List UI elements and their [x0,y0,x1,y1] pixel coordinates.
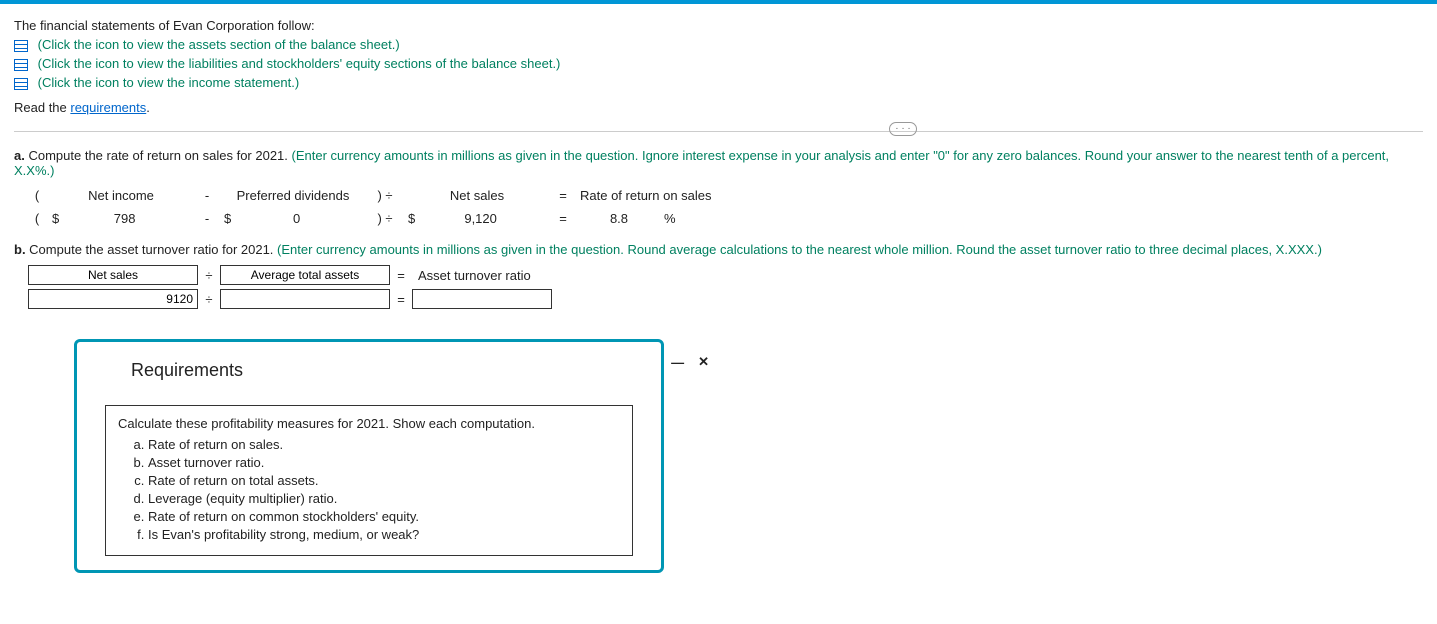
table-icon[interactable] [14,78,28,90]
list-item: Rate of return on total assets. [148,473,620,488]
requirements-modal: — ✕ Requirements Calculate these profita… [74,339,664,573]
modal-intro: Calculate these profitability measures f… [118,416,620,431]
part-b-formula-values: ÷ = [28,289,1423,309]
link-income-text[interactable]: (Click the icon to view the income state… [38,75,300,90]
separator [14,131,1423,132]
list-item: Asset turnover ratio. [148,455,620,470]
op-equals: = [552,211,574,226]
op-minus: - [196,211,218,226]
link-liabilities-text[interactable]: (Click the icon to view the liabilities … [38,56,561,71]
label-preferred-dividends: Preferred dividends [218,186,368,205]
value-net-income: 798 [114,211,136,226]
dollar-sign: $ [52,211,59,226]
op-div: ÷ [198,292,220,307]
value-net-sales: 9,120 [464,211,497,226]
list-item: Leverage (equity multiplier) ratio. [148,491,620,506]
list-item: Rate of return on common stockholders' e… [148,509,620,524]
op-paren-div: ) ÷ [368,211,402,226]
period: . [146,100,150,115]
part-a-question: a. Compute the rate of return on sales f… [14,148,1423,178]
label-net-sales: Net sales [402,186,552,205]
part-b-hint: (Enter currency amounts in millions as g… [277,242,1322,257]
modal-body: Calculate these profitability measures f… [105,405,633,556]
label-net-income: Net income [46,186,196,205]
intro-text: The financial statements of Evan Corpora… [14,18,1423,33]
dollar-sign: $ [224,211,231,226]
part-a-prefix: a. [14,148,28,163]
part-a-formula-labels: ( Net income - Preferred dividends ) ÷ N… [28,186,1423,205]
percent-sign: % [664,211,676,226]
table-icon[interactable] [14,59,28,71]
modal-controls: — ✕ [671,354,709,370]
value-net-sales-cell: $ 9,120 [402,209,552,228]
op-paren-div: ) ÷ [368,188,402,203]
value-result: 8.8 [574,209,664,228]
part-b-text: Compute the asset turnover ratio for 202… [29,242,277,257]
value-pref-div-cell: $ 0 [218,209,368,228]
link-liabilities-row[interactable]: (Click the icon to view the liabilities … [14,56,1423,71]
op-equals: = [552,188,574,203]
link-income-row[interactable]: (Click the icon to view the income state… [14,75,1423,90]
list-item: Rate of return on sales. [148,437,620,452]
value-preferred-dividends: 0 [293,211,300,226]
input-asset-turnover-result[interactable] [412,289,552,309]
link-assets-text[interactable]: (Click the icon to view the assets secti… [38,37,400,52]
value-net-income-cell: $ 798 [46,209,196,228]
link-assets-row[interactable]: (Click the icon to view the assets secti… [14,37,1423,52]
requirements-link[interactable]: requirements [70,100,146,115]
dollar-sign: $ [408,211,415,226]
label-asset-turnover: Asset turnover ratio [412,266,562,285]
modal-title: Requirements [77,342,661,387]
op-minus: - [196,188,218,203]
close-icon[interactable]: ✕ [698,354,709,370]
op-equals: = [390,268,412,283]
open-paren: ( [28,188,46,203]
open-paren: ( [28,211,46,226]
input-avg-assets-value[interactable] [220,289,390,309]
minimize-icon[interactable]: — [671,355,684,370]
read-the-text: Read the [14,100,70,115]
dropdown-net-sales[interactable] [28,265,198,285]
ellipsis-pill[interactable]: · · · [889,122,917,136]
part-b-formula-labels: ÷ = Asset turnover ratio [28,265,1423,285]
list-item: Is Evan's profitability strong, medium, … [148,527,620,542]
read-requirements-line: Read the requirements. [14,100,1423,115]
op-div: ÷ [198,268,220,283]
part-a-formula-values: ( $ 798 - $ 0 ) ÷ $ 9,120 = 8.8 % [28,209,1423,228]
part-b-prefix: b. [14,242,29,257]
part-a-text: Compute the rate of return on sales for … [28,148,291,163]
table-icon[interactable] [14,40,28,52]
main-content: The financial statements of Evan Corpora… [0,4,1437,593]
requirements-list: Rate of return on sales. Asset turnover … [118,437,620,542]
dropdown-avg-total-assets[interactable] [220,265,390,285]
input-net-sales-value[interactable] [28,289,198,309]
part-b-question: b. Compute the asset turnover ratio for … [14,242,1423,257]
op-equals: = [390,292,412,307]
label-rate-of-return: Rate of return on sales [574,186,744,205]
